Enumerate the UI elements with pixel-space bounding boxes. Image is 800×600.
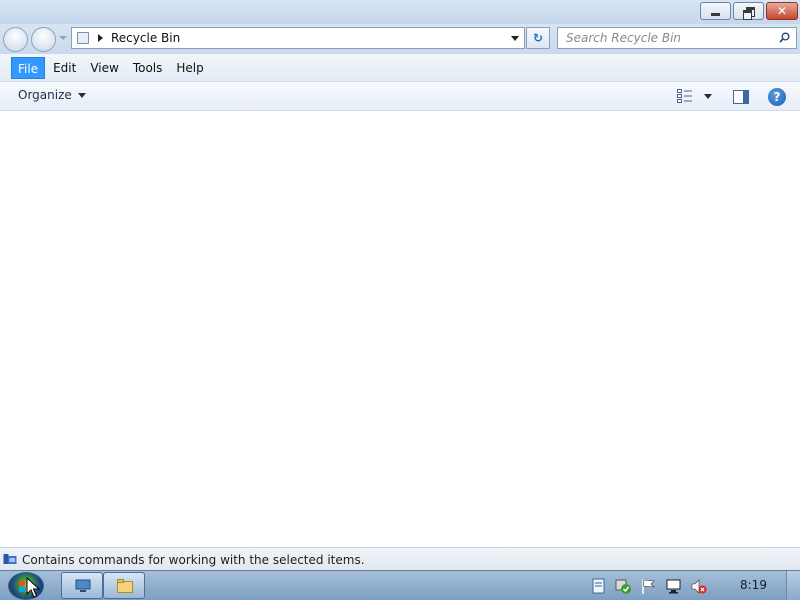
document-icon[interactable] [590,578,607,595]
menu-bar: File Edit View Tools Help [0,54,800,82]
organize-button[interactable]: Organize [18,88,86,102]
recent-pages-dropdown[interactable] [59,36,67,40]
file-list-area[interactable] [0,112,800,547]
minimize-icon [711,12,720,16]
restore-icon [743,6,755,20]
folder-icon [117,579,133,593]
recycle-bin-status-icon [3,554,17,564]
restore-button[interactable] [733,2,764,20]
status-bar: Contains commands for working with the s… [0,547,800,570]
navigation-bar: Recycle Bin ↻ Search Recycle Bin [0,24,800,54]
system-tray [590,571,707,600]
forward-button[interactable] [31,27,56,52]
menu-help[interactable]: Help [170,57,209,79]
refresh-icon: ↻ [532,31,544,45]
taskbar-explorer-button[interactable] [103,572,145,599]
close-icon: ✕ [776,4,788,18]
mouse-cursor-icon [26,577,40,598]
caption-buttons: ✕ [700,2,798,20]
menu-tools[interactable]: Tools [127,57,169,79]
refresh-button[interactable]: ↻ [526,27,550,49]
views-dropdown-icon[interactable] [704,94,712,99]
help-icon[interactable]: ? [768,88,786,106]
back-button[interactable] [3,27,28,52]
search-input[interactable]: Search Recycle Bin [557,27,797,49]
action-center-flag-icon[interactable] [640,578,657,595]
search-placeholder: Search Recycle Bin [566,31,682,45]
preview-pane-icon[interactable] [733,90,749,104]
computer-icon [75,579,91,592]
chevron-down-icon [77,92,86,98]
menu-edit[interactable]: Edit [47,57,82,79]
command-bar: Organize ? [0,82,800,111]
breadcrumb-arrow-icon[interactable] [98,34,103,42]
show-desktop-button[interactable] [786,571,800,600]
close-button[interactable]: ✕ [766,2,798,20]
views-icon[interactable] [677,89,693,104]
help-glyph: ? [773,90,781,104]
volume-muted-icon[interactable] [690,578,707,595]
minimize-button[interactable] [700,2,731,20]
breadcrumb-recycle-bin[interactable]: Recycle Bin [111,31,180,45]
address-bar[interactable]: Recycle Bin [71,27,525,49]
security-check-icon[interactable] [615,578,632,595]
window-title-bar: ✕ [0,0,800,24]
search-icon[interactable] [779,32,790,43]
organize-label: Organize [18,88,72,102]
taskbar-control-panel-button[interactable] [61,572,103,599]
address-dropdown-button[interactable] [511,36,519,41]
menu-file[interactable]: File [11,56,46,79]
network-icon[interactable] [665,578,682,595]
status-text: Contains commands for working with the s… [22,553,365,567]
clock[interactable]: 8:19 [740,578,767,592]
menu-view[interactable]: View [84,57,124,79]
taskbar: 8:19 [0,570,800,600]
recycle-bin-icon [77,32,89,44]
